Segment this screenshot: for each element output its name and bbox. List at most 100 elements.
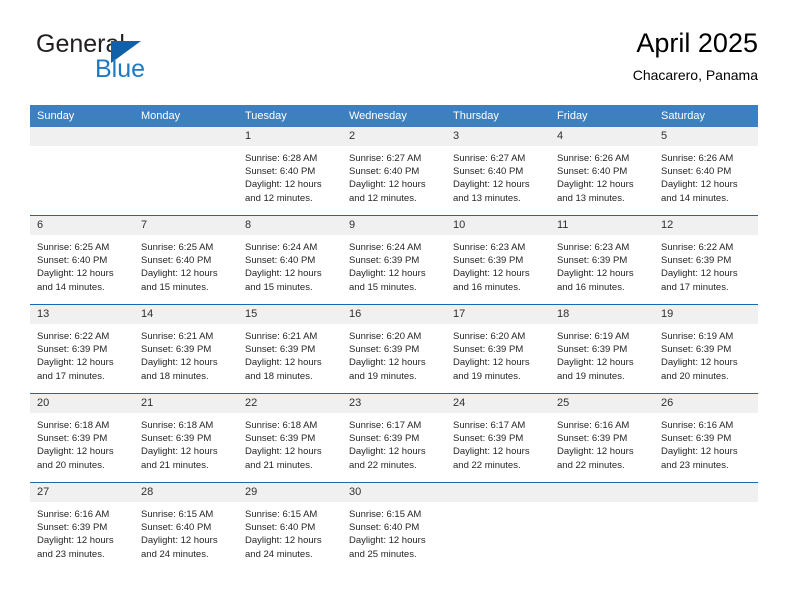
day-details: Sunrise: 6:23 AM Sunset: 6:39 PM Daylight:…	[550, 235, 654, 294]
daylight-text-line1: Daylight: 12 hours	[245, 535, 322, 547]
day-cell-inner: 26 Sunrise: 6:16 AM Sunset: 6:39 PM Dayligh…	[654, 394, 758, 482]
daylight-text-line1: Daylight: 12 hours	[453, 446, 530, 458]
day-number: 5	[654, 127, 758, 146]
day-cell-inner: 28 Sunrise: 6:15 AM Sunset: 6:40 PM Dayligh…	[134, 483, 238, 571]
sunrise-text: Sunrise: 6:25 AM	[37, 242, 110, 253]
day-details: Sunrise: 6:16 AM Sunset: 6:39 PM Daylight:…	[654, 413, 758, 472]
day-number: 14	[134, 305, 238, 324]
day-cell-inner: 20 Sunrise: 6:18 AM Sunset: 6:39 PM Dayligh…	[30, 394, 134, 482]
daylight-text-line1: Daylight: 12 hours	[141, 268, 218, 280]
calendar-day-cell[interactable]: 25 Sunrise: 6:16 AM Sunset: 6:39 PM Dayligh…	[550, 393, 654, 483]
day-cell-inner: 17 Sunrise: 6:20 AM Sunset: 6:39 PM Dayligh…	[446, 305, 550, 393]
daylight-text-line2: and 22 minutes.	[453, 459, 521, 471]
day-details: Sunrise: 6:15 AM Sunset: 6:40 PM Daylight:…	[238, 502, 342, 561]
calendar-day-cell[interactable]: 18 Sunrise: 6:19 AM Sunset: 6:39 PM Dayligh…	[550, 304, 654, 394]
calendar-day-cell[interactable]: 14 Sunrise: 6:21 AM Sunset: 6:39 PM Dayligh…	[134, 304, 238, 394]
daylight-text-line2: and 19 minutes.	[453, 370, 521, 382]
day-cell-inner: 19 Sunrise: 6:19 AM Sunset: 6:39 PM Dayligh…	[654, 305, 758, 393]
sunset-text: Sunset: 6:39 PM	[245, 344, 316, 356]
day-details: Sunrise: 6:18 AM Sunset: 6:39 PM Daylight:…	[134, 413, 238, 472]
sunrise-text: Sunrise: 6:20 AM	[453, 331, 526, 342]
day-cell-inner: 27 Sunrise: 6:16 AM Sunset: 6:39 PM Dayligh…	[30, 483, 134, 571]
daylight-text-line1: Daylight: 12 hours	[37, 535, 114, 547]
sunrise-text: Sunrise: 6:17 AM	[453, 420, 526, 431]
calendar-day-cell[interactable]: 21 Sunrise: 6:18 AM Sunset: 6:39 PM Dayligh…	[134, 393, 238, 483]
calendar-day-cell[interactable]: 2 Sunrise: 6:27 AM Sunset: 6:40 PM Daylight…	[342, 127, 446, 216]
day-number: 26	[654, 394, 758, 413]
day-cell-inner: 18 Sunrise: 6:19 AM Sunset: 6:39 PM Dayligh…	[550, 305, 654, 393]
daylight-text-line1: Daylight: 12 hours	[349, 535, 426, 547]
calendar-day-cell[interactable]: 30 Sunrise: 6:15 AM Sunset: 6:40 PM Dayligh…	[342, 482, 446, 571]
daylight-text-line1: Daylight: 12 hours	[453, 357, 530, 369]
calendar-empty-cell	[446, 482, 550, 571]
sunrise-text: Sunrise: 6:22 AM	[661, 242, 734, 253]
calendar-day-cell[interactable]: 26 Sunrise: 6:16 AM Sunset: 6:39 PM Dayligh…	[654, 393, 758, 483]
daylight-text-line1: Daylight: 12 hours	[453, 268, 530, 280]
sunrise-text: Sunrise: 6:16 AM	[37, 509, 110, 520]
daylight-text-line1: Daylight: 12 hours	[141, 446, 218, 458]
calendar-day-cell[interactable]: 29 Sunrise: 6:15 AM Sunset: 6:40 PM Dayligh…	[238, 482, 342, 571]
sunrise-text: Sunrise: 6:24 AM	[245, 242, 318, 253]
sunset-text: Sunset: 6:40 PM	[349, 166, 420, 178]
calendar-day-cell[interactable]: 22 Sunrise: 6:18 AM Sunset: 6:39 PM Dayligh…	[238, 393, 342, 483]
calendar-day-cell[interactable]: 24 Sunrise: 6:17 AM Sunset: 6:39 PM Dayligh…	[446, 393, 550, 483]
calendar-day-cell[interactable]: 3 Sunrise: 6:27 AM Sunset: 6:40 PM Daylight…	[446, 127, 550, 216]
day-details: Sunrise: 6:19 AM Sunset: 6:39 PM Daylight:…	[654, 324, 758, 383]
day-cell-inner	[30, 127, 134, 215]
calendar-day-cell[interactable]: 19 Sunrise: 6:19 AM Sunset: 6:39 PM Dayligh…	[654, 304, 758, 394]
calendar-week-row: 1 Sunrise: 6:28 AM Sunset: 6:40 PM Daylight…	[30, 127, 758, 216]
calendar-day-cell[interactable]: 27 Sunrise: 6:16 AM Sunset: 6:39 PM Dayligh…	[30, 482, 134, 571]
day-cell-inner: 4 Sunrise: 6:26 AM Sunset: 6:40 PM Daylight…	[550, 127, 654, 215]
calendar-day-cell[interactable]: 11 Sunrise: 6:23 AM Sunset: 6:39 PM Dayligh…	[550, 215, 654, 305]
sunrise-text: Sunrise: 6:26 AM	[557, 153, 630, 164]
calendar-day-cell[interactable]: 8 Sunrise: 6:24 AM Sunset: 6:40 PM Daylight…	[238, 215, 342, 305]
day-number: 15	[238, 305, 342, 324]
sunrise-text: Sunrise: 6:15 AM	[245, 509, 318, 520]
sunrise-text: Sunrise: 6:24 AM	[349, 242, 422, 253]
day-cell-inner: 30 Sunrise: 6:15 AM Sunset: 6:40 PM Dayligh…	[342, 483, 446, 571]
calendar-day-cell[interactable]: 16 Sunrise: 6:20 AM Sunset: 6:39 PM Dayligh…	[342, 304, 446, 394]
calendar-day-cell[interactable]: 23 Sunrise: 6:17 AM Sunset: 6:39 PM Dayligh…	[342, 393, 446, 483]
calendar-day-cell[interactable]: 1 Sunrise: 6:28 AM Sunset: 6:40 PM Daylight…	[238, 127, 342, 216]
page-header: General Blue April 2025 Chacarero, Panam…	[30, 26, 758, 98]
day-cell-inner: 25 Sunrise: 6:16 AM Sunset: 6:39 PM Dayligh…	[550, 394, 654, 482]
weekday-header-wednesday: Wednesday	[342, 105, 446, 127]
sunrise-text: Sunrise: 6:28 AM	[245, 153, 318, 164]
daylight-text-line2: and 22 minutes.	[349, 459, 417, 471]
calendar-day-cell[interactable]: 15 Sunrise: 6:21 AM Sunset: 6:39 PM Dayligh…	[238, 304, 342, 394]
calendar-day-cell[interactable]: 7 Sunrise: 6:25 AM Sunset: 6:40 PM Daylight…	[134, 215, 238, 305]
calendar-day-cell[interactable]: 12 Sunrise: 6:22 AM Sunset: 6:39 PM Dayligh…	[654, 215, 758, 305]
daylight-text-line2: and 18 minutes.	[245, 370, 313, 382]
sunrise-text: Sunrise: 6:26 AM	[661, 153, 734, 164]
daylight-text-line2: and 24 minutes.	[141, 548, 209, 560]
calendar-day-cell[interactable]: 20 Sunrise: 6:18 AM Sunset: 6:39 PM Dayligh…	[30, 393, 134, 483]
daylight-text-line2: and 18 minutes.	[141, 370, 209, 382]
daylight-text-line1: Daylight: 12 hours	[349, 268, 426, 280]
daylight-text-line2: and 20 minutes.	[661, 370, 729, 382]
sunset-text: Sunset: 6:40 PM	[141, 255, 212, 267]
calendar-day-cell[interactable]: 5 Sunrise: 6:26 AM Sunset: 6:40 PM Daylight…	[654, 127, 758, 216]
sunset-text: Sunset: 6:39 PM	[453, 344, 524, 356]
day-details: Sunrise: 6:17 AM Sunset: 6:39 PM Daylight:…	[342, 413, 446, 472]
daylight-text-line2: and 17 minutes.	[37, 370, 105, 382]
daylight-text-line1: Daylight: 12 hours	[557, 357, 634, 369]
day-number: 25	[550, 394, 654, 413]
day-number: 3	[446, 127, 550, 146]
calendar-day-cell[interactable]: 17 Sunrise: 6:20 AM Sunset: 6:39 PM Dayligh…	[446, 304, 550, 394]
sunset-text: Sunset: 6:39 PM	[349, 344, 420, 356]
calendar-day-cell[interactable]: 28 Sunrise: 6:15 AM Sunset: 6:40 PM Dayligh…	[134, 482, 238, 571]
daylight-text-line1: Daylight: 12 hours	[141, 535, 218, 547]
day-number: 22	[238, 394, 342, 413]
calendar-day-cell[interactable]: 6 Sunrise: 6:25 AM Sunset: 6:40 PM Daylight…	[30, 215, 134, 305]
calendar-day-cell[interactable]: 9 Sunrise: 6:24 AM Sunset: 6:39 PM Daylight…	[342, 215, 446, 305]
calendar-day-cell[interactable]: 10 Sunrise: 6:23 AM Sunset: 6:39 PM Dayligh…	[446, 215, 550, 305]
sunrise-text: Sunrise: 6:22 AM	[37, 331, 110, 342]
daylight-text-line1: Daylight: 12 hours	[37, 268, 114, 280]
day-details: Sunrise: 6:23 AM Sunset: 6:39 PM Daylight:…	[446, 235, 550, 294]
day-cell-inner: 10 Sunrise: 6:23 AM Sunset: 6:39 PM Dayligh…	[446, 216, 550, 304]
calendar-day-cell[interactable]: 13 Sunrise: 6:22 AM Sunset: 6:39 PM Dayligh…	[30, 304, 134, 394]
day-number: 23	[342, 394, 446, 413]
day-number: 28	[134, 483, 238, 502]
calendar-day-cell[interactable]: 4 Sunrise: 6:26 AM Sunset: 6:40 PM Daylight…	[550, 127, 654, 216]
general-blue-logo[interactable]: General Blue	[36, 30, 286, 94]
